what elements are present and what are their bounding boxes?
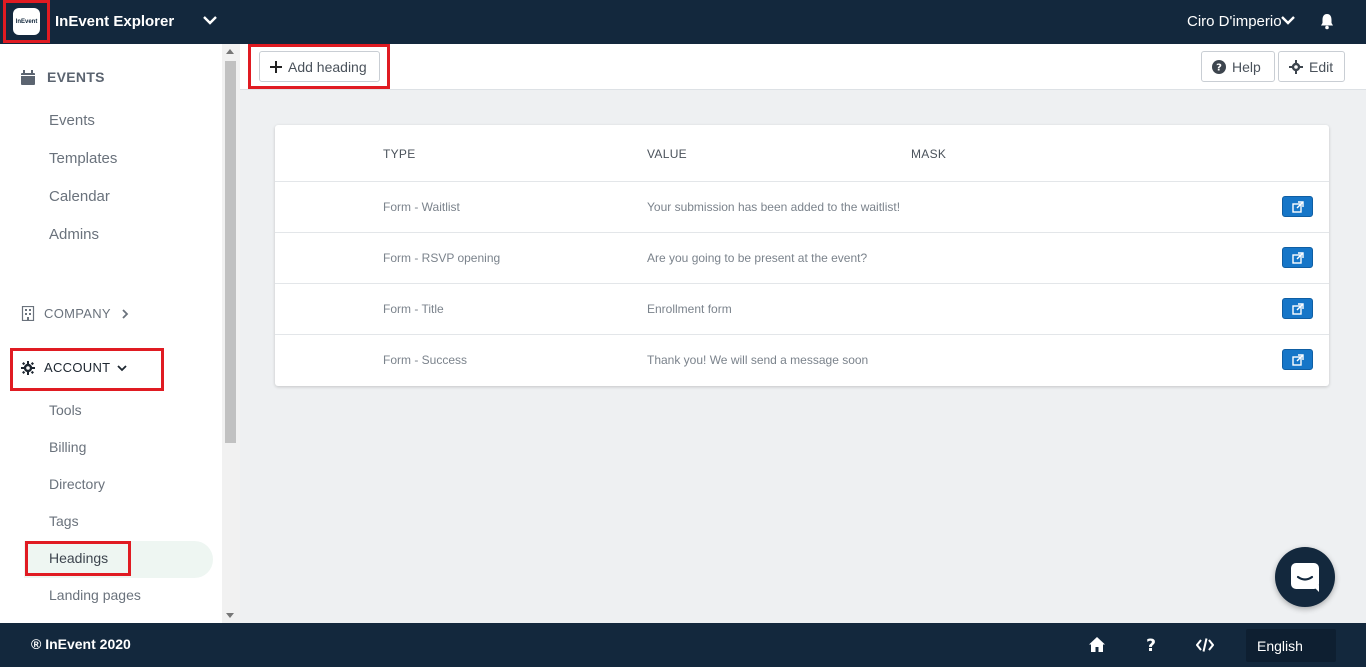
sidebar-section-label: COMPANY bbox=[44, 306, 111, 321]
sidebar-item-events[interactable]: Events bbox=[49, 112, 95, 129]
question-circle-icon: ? bbox=[1212, 59, 1226, 74]
sidebar-section-account[interactable]: ACCOUNT bbox=[21, 360, 128, 375]
add-heading-label: Add heading bbox=[288, 58, 367, 75]
chevron-right-icon bbox=[122, 308, 129, 319]
footer: ® InEvent 2020 ? English bbox=[0, 623, 1366, 667]
sidebar-section-label: EVENTS bbox=[47, 69, 105, 85]
gear-icon bbox=[1289, 59, 1303, 74]
sidebar-item-directory[interactable]: Directory bbox=[49, 476, 105, 492]
chevron-down-icon[interactable] bbox=[202, 12, 218, 28]
building-icon bbox=[21, 306, 35, 321]
help-button[interactable]: ? Help bbox=[1201, 51, 1275, 82]
sidebar: EVENTS Events Templates Calendar Admins … bbox=[0, 44, 222, 623]
sidebar-item-tags[interactable]: Tags bbox=[49, 513, 79, 529]
logo-text: InEvent bbox=[15, 18, 38, 25]
cell-type: Form - Waitlist bbox=[383, 200, 460, 214]
calendar-icon bbox=[21, 69, 35, 85]
code-icon[interactable] bbox=[1196, 636, 1214, 654]
cell-type: Form - Success bbox=[383, 353, 468, 367]
home-icon[interactable] bbox=[1088, 636, 1106, 654]
cell-type: Form - Title bbox=[383, 302, 444, 316]
column-header-mask[interactable]: MASK bbox=[911, 147, 946, 161]
language-label: English bbox=[1257, 637, 1303, 654]
open-heading-button[interactable] bbox=[1282, 196, 1313, 217]
open-heading-button[interactable] bbox=[1282, 349, 1313, 370]
cell-value: Are you going to be present at the event… bbox=[647, 251, 868, 265]
question-icon[interactable]: ? bbox=[1142, 636, 1160, 654]
table-row: Form - Waitlist Your submission has been… bbox=[275, 181, 1329, 232]
copyright-text: ® InEvent 2020 bbox=[31, 636, 131, 652]
sidebar-section-label: ACCOUNT bbox=[44, 360, 111, 375]
app-logo[interactable]: InEvent bbox=[13, 8, 40, 35]
sidebar-item-calendar[interactable]: Calendar bbox=[49, 188, 110, 205]
edit-button[interactable]: Edit bbox=[1278, 51, 1345, 82]
sidebar-scrollbar[interactable] bbox=[222, 44, 240, 623]
gear-icon bbox=[21, 360, 35, 375]
headings-table: TYPE VALUE MASK Form - Waitlist Your sub… bbox=[275, 125, 1329, 386]
sidebar-section-events: EVENTS bbox=[21, 69, 105, 85]
help-label: Help bbox=[1232, 58, 1261, 75]
sidebar-item-admins[interactable]: Admins bbox=[49, 226, 99, 243]
cell-type: Form - RSVP opening bbox=[383, 251, 501, 265]
sidebar-item-templates[interactable]: Templates bbox=[49, 150, 117, 167]
sidebar-item-landing-pages[interactable]: Landing pages bbox=[49, 587, 141, 603]
table-row: Form - Success Thank you! We will send a… bbox=[275, 334, 1329, 385]
plus-icon bbox=[270, 60, 282, 73]
external-link-icon bbox=[1291, 251, 1304, 264]
open-heading-button[interactable] bbox=[1282, 247, 1313, 268]
table-row: Form - Title Enrollment form bbox=[275, 283, 1329, 334]
column-header-type[interactable]: TYPE bbox=[383, 147, 416, 161]
chat-icon bbox=[1291, 563, 1319, 592]
app-name[interactable]: InEvent Explorer bbox=[55, 13, 174, 30]
language-select[interactable]: English bbox=[1246, 629, 1336, 662]
external-link-icon bbox=[1291, 200, 1304, 213]
scrollbar-thumb[interactable] bbox=[225, 61, 236, 443]
sidebar-item-headings[interactable]: Headings bbox=[49, 550, 108, 566]
table-row: Form - RSVP opening Are you going to be … bbox=[275, 232, 1329, 283]
svg-text:?: ? bbox=[1216, 62, 1222, 73]
sidebar-section-company[interactable]: COMPANY bbox=[21, 306, 131, 321]
external-link-icon bbox=[1291, 353, 1304, 366]
bell-icon[interactable] bbox=[1318, 12, 1336, 30]
top-bar: InEvent InEvent Explorer Ciro D'imperio bbox=[0, 0, 1366, 44]
add-heading-button[interactable]: Add heading bbox=[259, 51, 380, 82]
user-menu-name[interactable]: Ciro D'imperio bbox=[1187, 13, 1282, 30]
external-link-icon bbox=[1291, 302, 1304, 315]
open-heading-button[interactable] bbox=[1282, 298, 1313, 319]
chevron-down-icon bbox=[117, 364, 128, 371]
toolbar: Add heading ? Help Edit bbox=[240, 44, 1366, 90]
edit-label: Edit bbox=[1309, 58, 1334, 75]
svg-text:?: ? bbox=[1146, 636, 1156, 654]
cell-value: Thank you! We will send a message soon bbox=[647, 353, 869, 367]
cell-value: Your submission has been added to the wa… bbox=[647, 200, 901, 214]
scroll-up-arrow-icon[interactable] bbox=[226, 49, 234, 54]
sidebar-item-tools[interactable]: Tools bbox=[49, 402, 82, 418]
chevron-down-icon[interactable] bbox=[1280, 12, 1296, 28]
sidebar-item-billing[interactable]: Billing bbox=[49, 439, 86, 455]
cell-value: Enrollment form bbox=[647, 302, 732, 316]
logo-highlight[interactable]: InEvent bbox=[3, 0, 50, 43]
column-header-value[interactable]: VALUE bbox=[647, 147, 687, 161]
scroll-down-arrow-icon[interactable] bbox=[226, 613, 234, 618]
chat-launcher-button[interactable] bbox=[1275, 547, 1335, 607]
